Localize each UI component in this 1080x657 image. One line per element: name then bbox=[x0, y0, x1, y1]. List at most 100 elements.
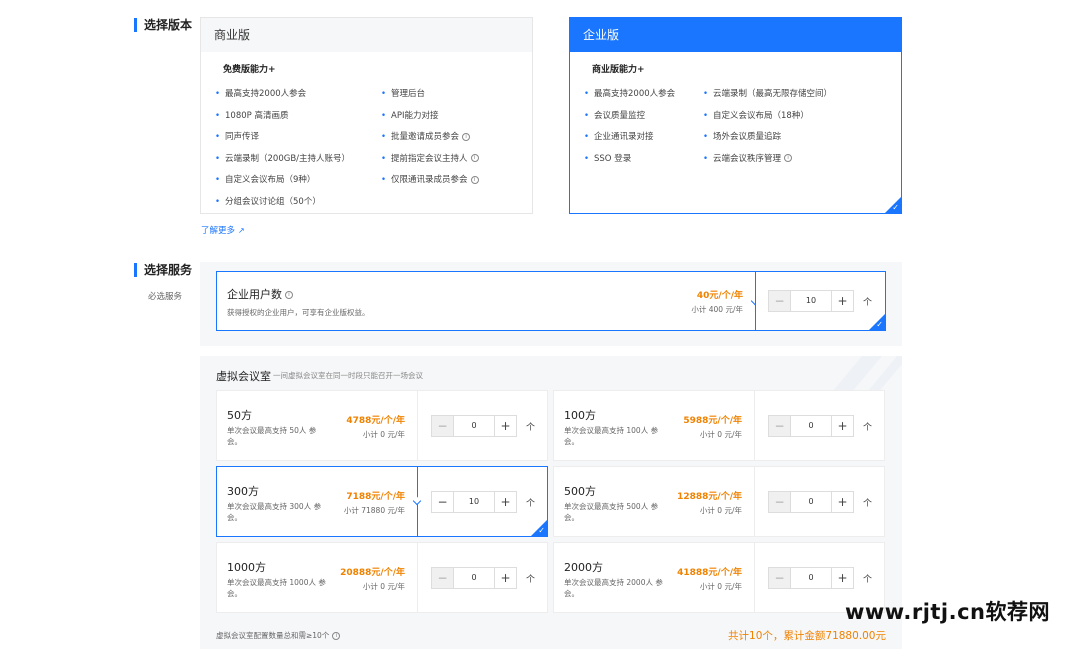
room-qty-box: −0 + 个 bbox=[417, 542, 548, 613]
feature-label: 最高支持2000人参会 bbox=[225, 89, 307, 99]
increment-button[interactable]: + bbox=[831, 415, 854, 437]
decrement-button[interactable]: − bbox=[768, 567, 791, 589]
room-card[interactable]: 2000方 单次会议最高支持 2000人 参会。 41888元/个/年 小计 0 元/… bbox=[553, 542, 755, 613]
users-title-wrap: 企业用户数 i bbox=[227, 286, 293, 302]
room-subtotal: 小计 0 元/年 bbox=[362, 430, 405, 439]
users-qty-box: − 10 + 个 ✓ bbox=[755, 271, 886, 331]
room-card[interactable]: 500方 单次会议最高支持 500人 参会。 12888元/个/年 小计 0 元/年 bbox=[553, 466, 755, 537]
room-qty-stepper[interactable]: −0 + 个 bbox=[431, 415, 535, 437]
room-qty-unit: 个 bbox=[526, 498, 536, 509]
feature-item: 分组会议讨论组（50个） bbox=[215, 195, 321, 207]
decrement-button[interactable]: − bbox=[768, 415, 791, 437]
external-link-icon: ↗ bbox=[238, 226, 245, 235]
users-qty-stepper[interactable]: − 10 + 个 bbox=[768, 290, 872, 312]
feature-label: 分组会议讨论组（50个） bbox=[225, 196, 321, 207]
feature-item: 同声传译 bbox=[215, 130, 259, 142]
service-section-title: 选择服务 bbox=[134, 263, 192, 277]
rooms-footer-note: 虚拟会议室配置数量总和需≥10个 bbox=[216, 631, 330, 640]
decrement-button[interactable]: − bbox=[431, 491, 454, 513]
room-card[interactable]: 1000方 单次会议最高支持 1000人 参会。 20888元/个/年 小计 0 元/… bbox=[216, 542, 418, 613]
business-edition-card[interactable]: 商业版 免费版能力+ 最高支持2000人参会 1080P 高清画质同声传译云端录制… bbox=[200, 17, 533, 214]
room-qty-stepper[interactable]: −0 + 个 bbox=[768, 415, 872, 437]
room-desc: 单次会议最高支持 50人 参会。 bbox=[227, 426, 317, 446]
room-qty-input[interactable]: 0 bbox=[791, 491, 831, 513]
feature-item: 1080P 高清画质 bbox=[215, 109, 288, 121]
room-card[interactable]: 50方 单次会议最高支持 50人 参会。 4788元/个/年 小计 0 元/年 bbox=[216, 390, 418, 461]
feature-label: 场外会议质量追踪 bbox=[713, 132, 782, 142]
rooms-total: 共计10个，累计金额71880.00元 bbox=[728, 630, 886, 642]
enterprise-edition-card[interactable]: 企业版 商业版能力+ 最高支持2000人参会会议质量监控企业通讯录对接 SSO 登… bbox=[569, 17, 902, 214]
feature-item: 自定义会议布局（9种） bbox=[215, 173, 315, 185]
feature-item: 仅限通讯录成员参会i bbox=[381, 173, 479, 185]
decrement-button[interactable]: − bbox=[431, 415, 454, 437]
increment-button[interactable]: + bbox=[494, 415, 517, 437]
check-icon: ✓ bbox=[876, 320, 883, 329]
feature-item: 批量邀请成员参会i bbox=[381, 130, 471, 142]
feature-label: 云端会议秩序管理 bbox=[713, 153, 782, 164]
feature-item: 管理后台 bbox=[381, 87, 425, 99]
rooms-title: 虚拟会议室 bbox=[216, 370, 271, 383]
room-qty-unit: 个 bbox=[863, 422, 873, 433]
feature-item: 云端会议秩序管理i bbox=[703, 152, 793, 164]
room-name: 500方 bbox=[564, 485, 596, 498]
increment-button[interactable]: + bbox=[831, 491, 854, 513]
room-subtotal: 小计 0 元/年 bbox=[362, 582, 405, 591]
room-desc: 单次会议最高支持 100人 参会。 bbox=[564, 426, 659, 446]
room-desc: 单次会议最高支持 500人 参会。 bbox=[564, 502, 659, 522]
room-name: 100方 bbox=[564, 409, 596, 422]
room-name: 300方 bbox=[227, 485, 259, 498]
room-price: 5988元/个/年 bbox=[683, 416, 742, 426]
room-qty-stepper[interactable]: −0 + 个 bbox=[768, 567, 872, 589]
users-subtotal: 小计 400 元/年 bbox=[691, 305, 743, 314]
room-qty-unit: 个 bbox=[863, 574, 873, 585]
rooms-subtitle: 一间虚拟会议室在同一时段只能召开一场会议 bbox=[273, 371, 423, 380]
feature-item: 自定义会议布局（18种） bbox=[703, 109, 809, 121]
users-desc: 获得授权的企业用户，可享有企业版权益。 bbox=[227, 308, 370, 317]
info-icon[interactable]: i bbox=[470, 175, 479, 184]
feature-label: 自定义会议布局（9种） bbox=[225, 175, 316, 185]
enterprise-users-card[interactable]: 企业用户数 i 获得授权的企业用户，可享有企业版权益。 40元/个/年 小计 40… bbox=[216, 271, 756, 331]
room-price: 20888元/个/年 bbox=[340, 568, 405, 578]
room-qty-input[interactable]: 0 bbox=[791, 567, 831, 589]
increment-button[interactable]: + bbox=[831, 290, 854, 312]
room-card[interactable]: 100方 单次会议最高支持 100人 参会。 5988元/个/年 小计 0 元/年 bbox=[553, 390, 755, 461]
decrement-button[interactable]: − bbox=[431, 567, 454, 589]
room-qty-input[interactable]: 0 bbox=[454, 567, 494, 589]
room-qty-stepper[interactable]: −0 + 个 bbox=[768, 491, 872, 513]
increment-button[interactable]: + bbox=[494, 567, 517, 589]
increment-button[interactable]: + bbox=[494, 491, 517, 513]
check-icon: ✓ bbox=[892, 203, 899, 212]
decrement-button[interactable]: − bbox=[768, 491, 791, 513]
info-icon[interactable]: i bbox=[462, 132, 471, 141]
feature-label: 同声传译 bbox=[225, 132, 260, 142]
users-qty-input[interactable]: 10 bbox=[791, 290, 831, 312]
increment-button[interactable]: + bbox=[831, 567, 854, 589]
room-desc: 单次会议最高支持 2000人 参会。 bbox=[564, 578, 663, 598]
rooms-footer-wrap: 虚拟会议室配置数量总和需≥10个 i bbox=[216, 630, 341, 641]
learn-more-link[interactable]: 了解更多 ↗ bbox=[201, 224, 245, 236]
room-subtotal: 小计 71880 元/年 bbox=[343, 506, 405, 515]
info-icon[interactable]: i bbox=[332, 632, 341, 640]
feature-item: 会议质量监控 bbox=[584, 109, 645, 121]
room-qty-input[interactable]: 10 bbox=[454, 491, 494, 513]
feature-label: 仅限通讯录成员参会 bbox=[391, 175, 468, 185]
room-qty-stepper[interactable]: −0 + 个 bbox=[431, 567, 535, 589]
room-subtotal: 小计 0 元/年 bbox=[699, 506, 742, 515]
business-edition-subtitle: 免费版能力+ bbox=[223, 65, 276, 75]
feature-item: 云端录制（200GB/主持人账号） bbox=[215, 152, 350, 164]
feature-label: 企业通讯录对接 bbox=[594, 132, 654, 142]
decrement-button[interactable]: − bbox=[768, 290, 791, 312]
info-icon[interactable]: i bbox=[285, 291, 293, 299]
info-icon[interactable]: i bbox=[784, 154, 793, 162]
info-icon[interactable]: i bbox=[470, 154, 479, 162]
room-card[interactable]: 300方 单次会议最高支持 300人 参会。 7188元/个/年 小计 71880 元… bbox=[216, 466, 418, 537]
feature-label: 云端录制（最高无限存储空间） bbox=[713, 89, 833, 99]
room-qty-unit: 个 bbox=[526, 422, 536, 433]
feature-label: API能力对接 bbox=[391, 110, 439, 121]
room-qty-stepper[interactable]: −10 + 个 bbox=[431, 491, 535, 513]
room-qty-input[interactable]: 0 bbox=[454, 415, 494, 437]
feature-item: 企业通讯录对接 bbox=[584, 130, 654, 142]
room-qty-input[interactable]: 0 bbox=[791, 415, 831, 437]
watermark: www.rjtj.cn软荐网 bbox=[845, 600, 1051, 624]
feature-item: 提前指定会议主持人i bbox=[381, 152, 479, 164]
